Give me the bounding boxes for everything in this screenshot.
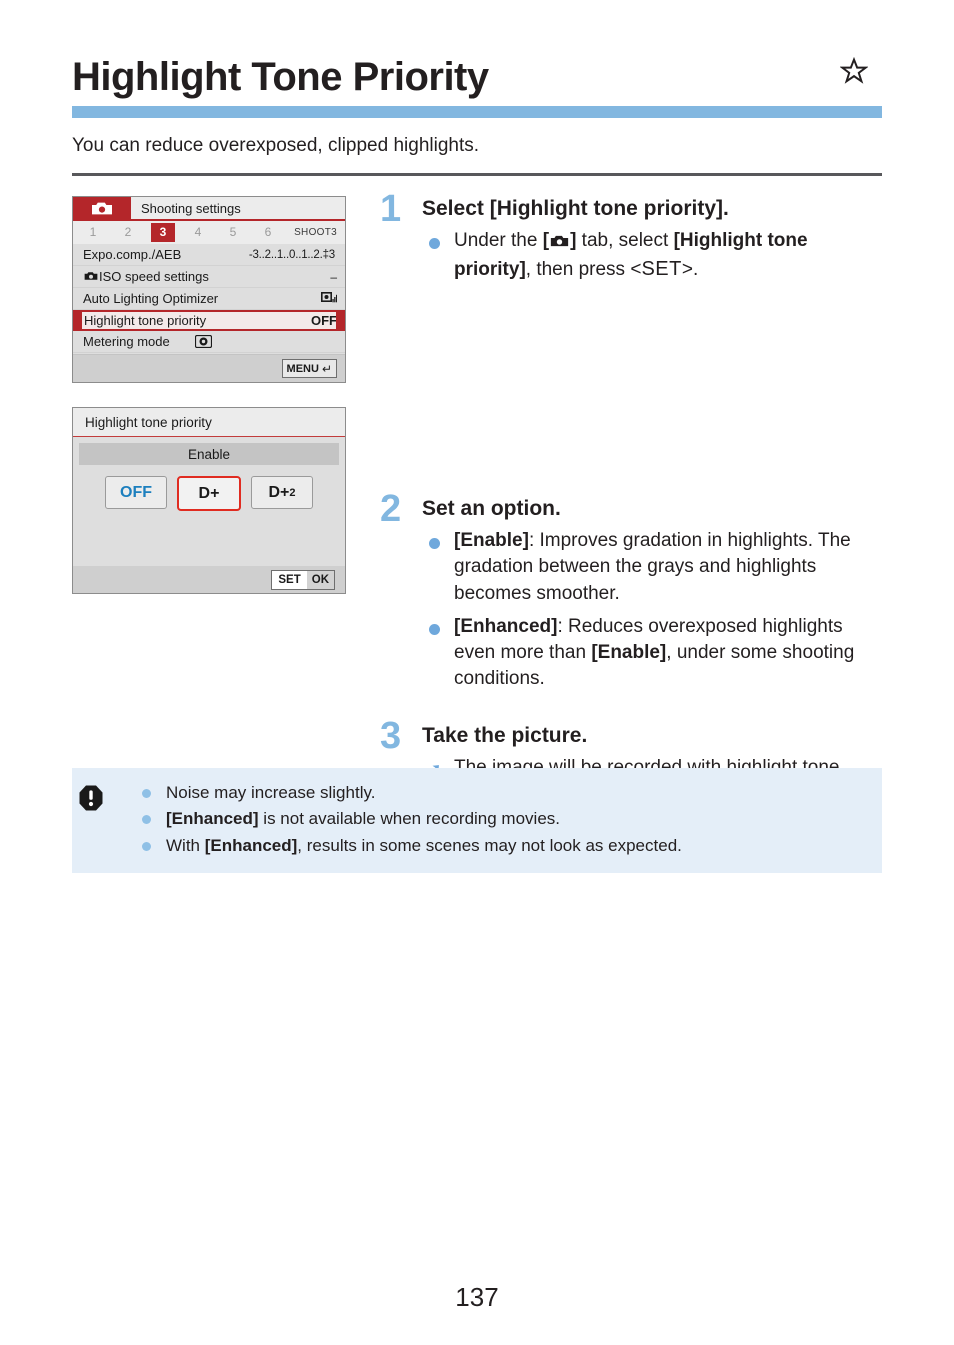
step-3-number: 3	[380, 714, 402, 757]
step-2: 2 Set an option. [Enable]: Improves grad…	[380, 490, 882, 693]
caution-list: Noise may increase slightly. [Enhanced] …	[138, 780, 866, 859]
menu-row-value: -3..2..1..0..1..2.‡3	[248, 248, 335, 261]
caution-text: With [Enhanced], results in some scenes …	[166, 835, 682, 855]
camera-menu-title: Shooting settings	[141, 200, 241, 216]
option-dplus-button[interactable]: D+	[177, 476, 241, 511]
camera-icon	[84, 269, 98, 284]
bullet-dot-icon	[429, 238, 440, 250]
camera-icon	[550, 230, 569, 256]
menu-button-label: MENU	[286, 362, 319, 375]
return-arrow-icon: ↵	[321, 361, 332, 376]
camera-menu-footer: MENU ↵	[73, 354, 345, 382]
bullet-text: [Enable]: Improves gradation in highligh…	[454, 530, 851, 604]
step-2-bullets: [Enable]: Improves gradation in highligh…	[422, 528, 882, 692]
menu-row-label: Expo.comp./AEB	[83, 247, 182, 262]
menu-row-label: Auto Lighting Optimizer	[83, 291, 219, 306]
step-1-number: 1	[380, 188, 402, 230]
set-ok-button[interactable]: SET OK	[271, 569, 335, 590]
star-outline-icon	[839, 56, 869, 90]
bullet-dot-icon	[429, 623, 440, 635]
option-dplus2-button[interactable]: D+ 2	[251, 476, 313, 509]
caution-item: [Enhanced] is not available when recordi…	[138, 806, 866, 832]
highlight-tone-priority-screenshot: Highlight tone priority Enable OFF D+ D+…	[72, 407, 346, 594]
bullet-dot-icon	[429, 538, 440, 550]
option-off-button[interactable]: OFF	[105, 476, 167, 509]
page-header: Highlight Tone Priority You can reduce o…	[72, 56, 882, 176]
bullet-dot-icon	[142, 789, 151, 798]
step-2-number: 2	[380, 488, 402, 530]
bullet-dot-icon	[142, 841, 151, 851]
menu-row-label-text: ISO speed settings	[99, 269, 209, 284]
step-2-heading: Set an option.	[422, 497, 561, 520]
caution-item: With [Enhanced], results in some scenes …	[138, 833, 866, 859]
option-off-label: OFF	[120, 483, 152, 501]
camera-menu-tabs: 1 2 3 4 5 6 SHOOT3	[73, 221, 345, 244]
caution-text: [Enhanced] is not available when recordi…	[166, 809, 560, 829]
menu-row-metering-mode[interactable]: Metering mode	[73, 331, 345, 353]
menu-row-label: Highlight tone priority	[84, 313, 207, 328]
menu-tab-6[interactable]: 6	[256, 223, 280, 242]
menu-button[interactable]: MENU ↵	[281, 359, 337, 378]
menu-row-highlight-tone-priority[interactable]: Highlight tone priority OFF	[73, 310, 345, 331]
step-1-bullets: Under the [] tab, select [Highlight tone…	[422, 228, 882, 284]
bullet-item: [Enhanced]: Reduces overexposed highligh…	[422, 614, 882, 693]
steps-column: 1 Select [Highlight tone priority]. Unde…	[380, 190, 882, 807]
menu-tab-tag: SHOOT3	[294, 227, 337, 238]
screenshots-column: Shooting settings 1 2 3 4 5 6 SHOOT3 Exp…	[72, 196, 348, 594]
menu-tab-1[interactable]: 1	[81, 223, 105, 242]
alo-icon	[321, 292, 337, 305]
menu-tab-3[interactable]: 3	[151, 223, 175, 242]
option-screen-footer: SET OK	[73, 566, 345, 593]
ok-label: OK	[306, 570, 334, 589]
bullet-dot-icon	[142, 815, 151, 825]
option-screen-title: Highlight tone priority	[73, 408, 345, 437]
menu-row-expo-comp[interactable]: Expo.comp./AEB -3..2..1..0..1..2.‡3	[73, 244, 345, 266]
page-number: 137	[455, 1282, 499, 1312]
step-3-heading: Take the picture.	[422, 723, 588, 747]
menu-row-auto-lighting-optimizer[interactable]: Auto Lighting Optimizer	[73, 288, 345, 310]
menu-tab-4[interactable]: 4	[186, 223, 210, 242]
caution-inner: Noise may increase slightly. [Enhanced] …	[72, 780, 882, 859]
option-dplus2-sublabel: 2	[289, 486, 296, 499]
caution-item: Noise may increase slightly.	[138, 780, 866, 806]
menu-row-label: Metering mode	[83, 334, 170, 349]
page-title: Highlight Tone Priority	[72, 55, 489, 99]
option-dplus2-label: D+	[268, 483, 290, 501]
caution-text: Noise may increase slightly.	[166, 783, 376, 802]
menu-row-value: –	[330, 269, 337, 284]
metering-icon	[195, 335, 212, 348]
camera-icon	[73, 197, 131, 219]
menu-tab-2[interactable]: 2	[116, 223, 140, 242]
step-1: 1 Select [Highlight tone priority]. Unde…	[380, 190, 882, 284]
camera-menu-screenshot: Shooting settings 1 2 3 4 5 6 SHOOT3 Exp…	[72, 196, 346, 383]
title-accent-bar	[72, 106, 882, 118]
option-screen-subtitle: Enable	[79, 443, 339, 465]
bullet-item: [Enable]: Improves gradation in highligh…	[422, 528, 882, 607]
bullet-item: Under the [] tab, select [Highlight tone…	[422, 228, 882, 284]
manual-page: Highlight Tone Priority You can reduce o…	[0, 0, 954, 1345]
camera-menu-titlebar: Shooting settings	[73, 197, 345, 221]
menu-row-label: ISO speed settings	[83, 269, 330, 284]
option-dplus-label: D+	[198, 484, 220, 502]
caution-box: Noise may increase slightly. [Enhanced] …	[72, 768, 882, 874]
bullet-text: Under the [] tab, select [Highlight tone…	[454, 230, 808, 281]
menu-row-iso-speed-settings[interactable]: ISO speed settings –	[73, 266, 345, 288]
bullet-text: [Enhanced]: Reduces overexposed highligh…	[454, 615, 855, 690]
menu-row-value: OFF	[311, 313, 337, 328]
title-row: Highlight Tone Priority	[72, 56, 882, 98]
set-label: SET	[272, 570, 307, 589]
header-divider	[72, 172, 882, 176]
option-buttons: OFF D+ D+ 2	[73, 476, 345, 511]
intro-text: You can reduce overexposed, clipped high…	[72, 135, 480, 156]
caution-octagon-icon	[78, 784, 104, 817]
step-1-heading: Select [Highlight tone priority].	[422, 197, 729, 220]
menu-tab-5[interactable]: 5	[221, 223, 245, 242]
